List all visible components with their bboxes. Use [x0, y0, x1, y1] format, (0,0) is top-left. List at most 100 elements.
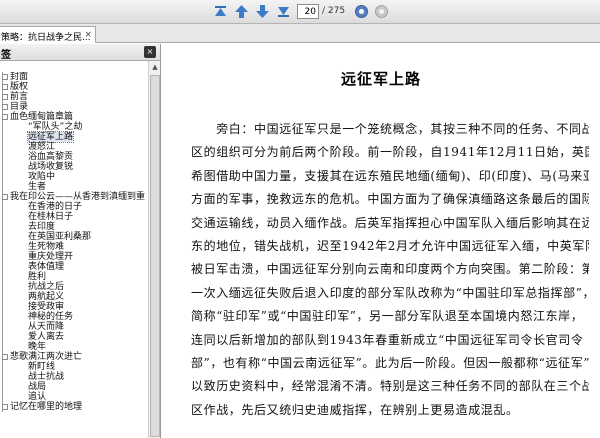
bookmark-item[interactable]: 两航起义: [26, 292, 65, 302]
bookmark-item[interactable]: 追认: [26, 392, 46, 402]
expander-icon[interactable]: [2, 114, 8, 120]
bookmark-item[interactable]: 渡怒江: [26, 142, 55, 152]
bookmark-label: 我在印公云——从香港到滇缅到重: [10, 192, 146, 202]
expander-icon[interactable]: [2, 194, 8, 200]
tab-close-icon[interactable]: ×: [84, 30, 92, 40]
body-text-line: 区的组织可分为前后两个阶段。前一阶段，自1941年12月11日始，英国: [191, 145, 589, 160]
body-text-line: 部”，也有称“中国云南远征军”。此为后一阶段。但因一般都称“远征军”，: [191, 355, 589, 370]
bookmark-label: 浴血高黎贡: [28, 152, 74, 162]
expander-icon[interactable]: [2, 404, 8, 410]
bookmark-label: 在香港的日子: [28, 202, 83, 212]
body-text-line: 希图借助中国力量，支援其在远东殖民地缅(缅甸)、印(印度)、马(马来亚): [191, 168, 589, 183]
bookmark-label: 生死物难: [28, 242, 65, 252]
bookmark-item[interactable]: 在英国亚利桑那: [26, 232, 92, 242]
body-text-line: 方面的军事，挽救远东的危机。中国方面为了确保滇缅路这条最后的国际: [191, 192, 589, 207]
bookmark-tree: 封面 版权 前言 目录 血色缅甸篇章篇 “军队头”之劫 远征军上路 渡怒江 浴血高黎贡 战场收复锐…: [0, 72, 148, 438]
bookmark-label: 去印度: [28, 222, 56, 232]
bookmark-item[interactable]: 新盯线: [26, 362, 55, 372]
expander-icon[interactable]: [2, 84, 8, 90]
body-text-line: 连同以后新增加的部队到1943年春重新成立“中国远征军司令长官司令: [191, 332, 584, 347]
bookmark-label: 攻陷中: [28, 172, 56, 182]
bookmark-label: 胜利: [28, 272, 47, 282]
go-icon[interactable]: [354, 4, 369, 19]
bookmark-label: 版权: [10, 82, 29, 92]
chapter-title: 远征军上路: [340, 70, 421, 88]
document-tab[interactable]: 策略：抗日战争之民... ×: [0, 26, 96, 43]
bookmark-label: 生者: [28, 182, 47, 192]
expander-icon[interactable]: [2, 74, 8, 80]
body-text-line: 交通运输线，动员入缅作战。后英军指挥担心中国军队入缅后影响其在远: [191, 215, 589, 230]
sidebar-close-icon[interactable]: ×: [144, 46, 156, 58]
document-page[interactable]: 远征军上路 旁白：中国远征军只是一个笼统概念，其按三种不同的任务、不同战 区的组织…: [162, 44, 600, 438]
bookmark-item[interactable]: 抗战之后: [26, 282, 65, 292]
body-text-line: 被日军击溃，中国远征军分别向云南和印度两个方向突围。第二阶段：第: [191, 262, 589, 277]
first-page-icon[interactable]: [213, 4, 228, 19]
bookmark-item[interactable]: 浴血高黎贡: [26, 152, 74, 162]
last-page-icon[interactable]: [276, 4, 291, 19]
bookmark-label: 记忆在哪里的地理: [10, 402, 83, 412]
bookmark-label: 战局: [28, 382, 47, 392]
bookmark-label: 目录: [10, 102, 29, 112]
bookmark-label: “军队头”之劫: [28, 122, 83, 132]
bookmark-label: 在英国亚利桑那: [28, 232, 92, 242]
body-text-line: 一次入缅远征失败后退入印度的部分军队改称为“中国驻印军总指挥部”，: [191, 285, 589, 300]
next-page-icon[interactable]: [255, 4, 270, 19]
bookmark-label: 重庆处理开: [28, 252, 74, 262]
bookmark-label: 表体值理: [28, 262, 65, 272]
body-text-line: 旁白：中国远征军只是一个笼统概念，其按三种不同的任务、不同战: [191, 122, 589, 136]
stop-icon[interactable]: [374, 4, 389, 19]
bookmark-item[interactable]: 重庆处理开: [26, 252, 74, 262]
bookmark-item[interactable]: 在桂林日子: [26, 212, 74, 222]
bookmark-item[interactable]: 从天而降: [26, 322, 64, 332]
expander-icon[interactable]: [2, 94, 8, 100]
bookmark-label: 血色缅甸篇章篇: [10, 112, 74, 122]
bookmark-item[interactable]: 版权: [2, 82, 29, 92]
bookmark-item[interactable]: 远征军上路: [26, 131, 75, 143]
bookmark-label: 接受政审: [28, 302, 65, 312]
bookmark-item[interactable]: 表体值理: [26, 262, 65, 272]
bookmark-item[interactable]: 封面: [2, 72, 28, 82]
bookmark-label: 抗战之后: [28, 282, 65, 292]
bookmark-item[interactable]: 在香港的日子: [26, 202, 83, 212]
chapter-body: 旁白：中国远征军只是一个笼统概念，其按三种不同的任务、不同战 区的组织可分为前后两…: [191, 118, 589, 422]
sidebar-scrollbar[interactable]: ▲: [148, 61, 160, 438]
bookmark-item[interactable]: 目录: [2, 102, 29, 112]
bookmark-item[interactable]: 战局: [26, 382, 47, 392]
bookmark-label: 悲歌满江两次进亡: [10, 352, 83, 362]
bookmark-item[interactable]: 悲歌满江两次进亡: [2, 352, 83, 362]
bookmark-item[interactable]: 去印度: [26, 222, 56, 232]
bookmark-item[interactable]: 我在印公云——从香港到滇缅到重: [2, 192, 146, 202]
bookmark-label: 两航起义: [28, 292, 65, 302]
bookmark-item[interactable]: 生死物难: [26, 242, 65, 252]
body-text-line: 以致历史资料中，经常混淆不清。特别是这三种任务不同的部队在三个战: [191, 379, 589, 394]
previous-page-icon[interactable]: [234, 4, 249, 19]
bookmark-item[interactable]: 晚年: [26, 342, 47, 352]
bookmark-item[interactable]: 胜利: [26, 272, 47, 282]
scroll-up-arrow-icon[interactable]: ▲: [150, 62, 160, 72]
expander-icon[interactable]: [2, 354, 8, 360]
bookmark-item[interactable]: 前言: [2, 92, 28, 102]
bookmarks-sidebar: 签 × 封面 版权 前言 目录 血色缅甸篇章篇 “军队头”之劫 远征军上路 渡怒江 浴血高黎贡战…: [0, 44, 161, 438]
sidebar-header-label: 签: [1, 50, 11, 61]
bookmark-label: 战场收复锐: [28, 162, 74, 172]
bookmark-item[interactable]: 血色缅甸篇章篇: [2, 112, 74, 122]
bookmark-label: 在桂林日子: [28, 212, 74, 222]
body-text-line: 区作战，先后又统归史迪威指挥，在辨别上更易造成混乱。: [191, 402, 519, 417]
bookmark-item[interactable]: 战士抗战: [26, 372, 64, 382]
bookmark-item[interactable]: 爱人离去: [26, 332, 65, 342]
tab-title: 策略：抗日战争之民...: [1, 33, 91, 43]
expander-icon[interactable]: [2, 104, 8, 110]
bookmark-item[interactable]: 记忆在哪里的地理: [2, 402, 83, 412]
bookmark-item[interactable]: 生者: [26, 182, 47, 192]
sidebar-header: 签 ×: [0, 44, 160, 61]
bookmark-item[interactable]: “军队头”之劫: [26, 122, 83, 132]
page-number-input[interactable]: [297, 4, 319, 19]
bookmark-item[interactable]: 战场收复锐: [26, 162, 74, 172]
scrollbar-thumb[interactable]: [150, 75, 160, 437]
bookmark-item[interactable]: 神秘的任务: [26, 312, 73, 322]
bookmark-item[interactable]: 攻陷中: [26, 172, 56, 182]
bookmark-label: 晚年: [28, 342, 47, 352]
bookmark-label: 爱人离去: [28, 332, 65, 342]
bookmark-item[interactable]: 接受政审: [26, 302, 65, 312]
body-text-line: 简称“驻印军”或“中国驻印军”，另一部分军队退至本国境内怒江东岸，: [191, 309, 584, 324]
